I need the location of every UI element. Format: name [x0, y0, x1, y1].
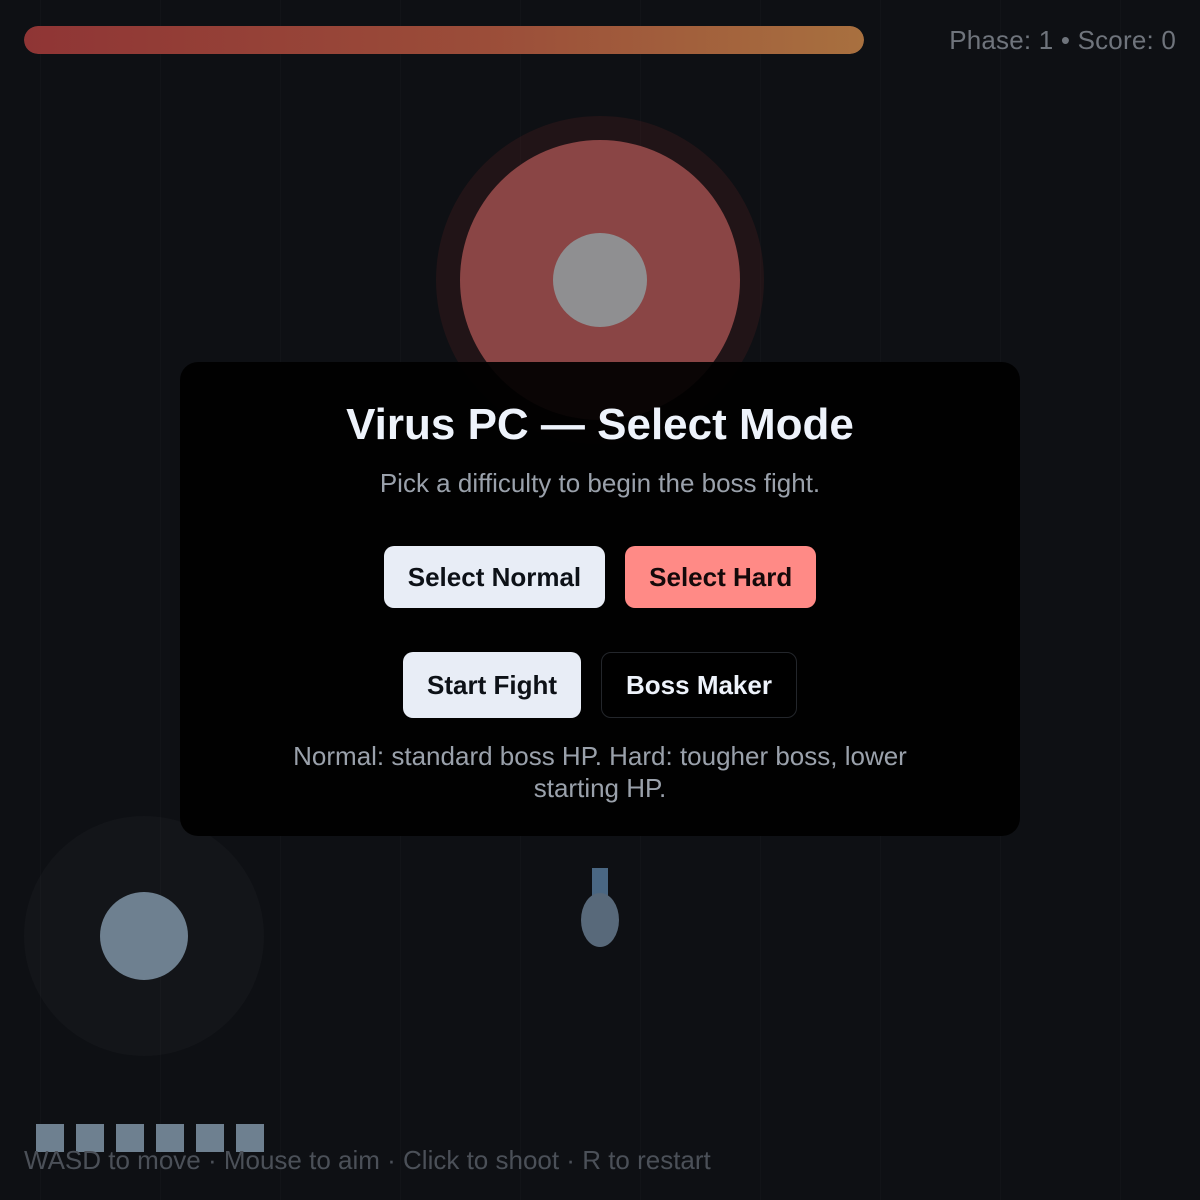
select-hard-button[interactable]: Select Hard	[625, 546, 817, 608]
dialog-title: Virus PC — Select Mode	[346, 400, 854, 449]
select-normal-button[interactable]: Select Normal	[383, 546, 606, 608]
mode-select-dialog: Virus PC — Select Mode Pick a difficulty…	[180, 362, 1020, 836]
action-button-row: Start Fight Boss Maker	[180, 652, 1020, 718]
turret-body	[581, 893, 619, 947]
difficulty-button-row: Select Normal Select Hard	[180, 546, 1020, 608]
boss-hp-bar	[24, 26, 864, 54]
controls-hint: WASD to move · Mouse to aim · Click to s…	[24, 1145, 711, 1175]
boss-core	[553, 233, 647, 327]
difficulty-note: Normal: standard boss HP. Hard: tougher …	[293, 741, 907, 803]
player-avatar	[100, 892, 188, 980]
grid-line	[1120, 0, 1121, 1200]
game-canvas[interactable]: Phase: 1 • Score: 0 WASD to move · Mouse…	[0, 0, 1200, 1200]
phase-score-readout: Phase: 1 • Score: 0	[949, 25, 1176, 55]
dialog-subtitle: Pick a difficulty to begin the boss figh…	[379, 468, 821, 498]
start-fight-button[interactable]: Start Fight	[403, 652, 582, 718]
boss-maker-button[interactable]: Boss Maker	[601, 652, 797, 718]
boss-hp-fill	[24, 26, 864, 54]
grid-line	[40, 0, 41, 1200]
